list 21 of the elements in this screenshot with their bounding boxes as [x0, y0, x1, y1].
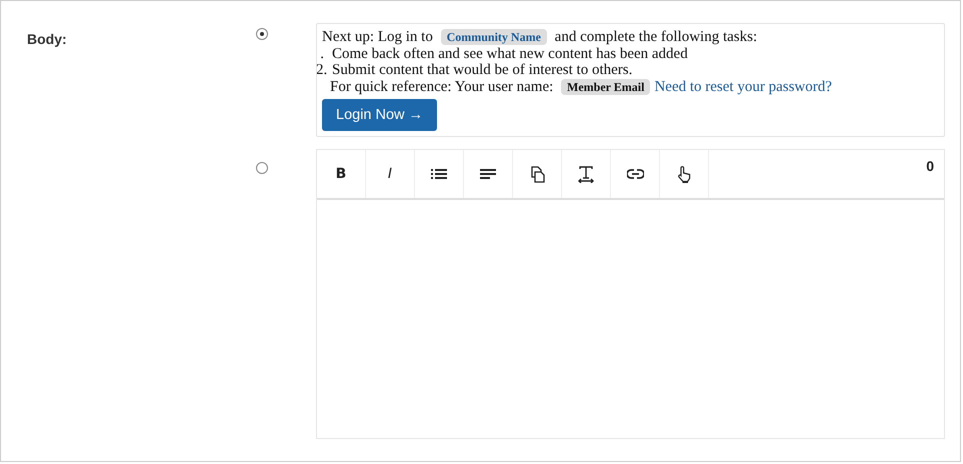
intro-text: and complete the following tasks:	[554, 29, 758, 45]
list-marker: 2.	[317, 62, 324, 78]
list-icon	[431, 168, 447, 180]
radio-button[interactable]	[256, 162, 268, 174]
task-text: Come back often and see what new content has been added	[332, 46, 688, 62]
copy-icon	[529, 166, 545, 182]
reference-text: For quick reference: Your user name:	[330, 78, 554, 94]
align-left-icon	[480, 168, 496, 180]
field-label: Body:	[26, 30, 68, 49]
character-counter: 0	[926, 158, 934, 174]
task-text: Submit content that would be of interest to others.	[332, 62, 632, 78]
radio-button[interactable]	[256, 28, 268, 40]
community-name-tag: Community Name	[440, 29, 547, 45]
pointer-hand-icon	[676, 166, 692, 182]
reset-password-link[interactable]: Need to reset your password?	[654, 78, 832, 94]
login-button[interactable]: Login Now →	[322, 99, 438, 131]
list-marker: .	[319, 46, 324, 62]
intro-text: Next up: Log in to	[322, 29, 433, 45]
text-size-icon	[578, 166, 594, 182]
member-email-tag: Member Email	[561, 78, 650, 94]
link-icon	[626, 169, 644, 179]
